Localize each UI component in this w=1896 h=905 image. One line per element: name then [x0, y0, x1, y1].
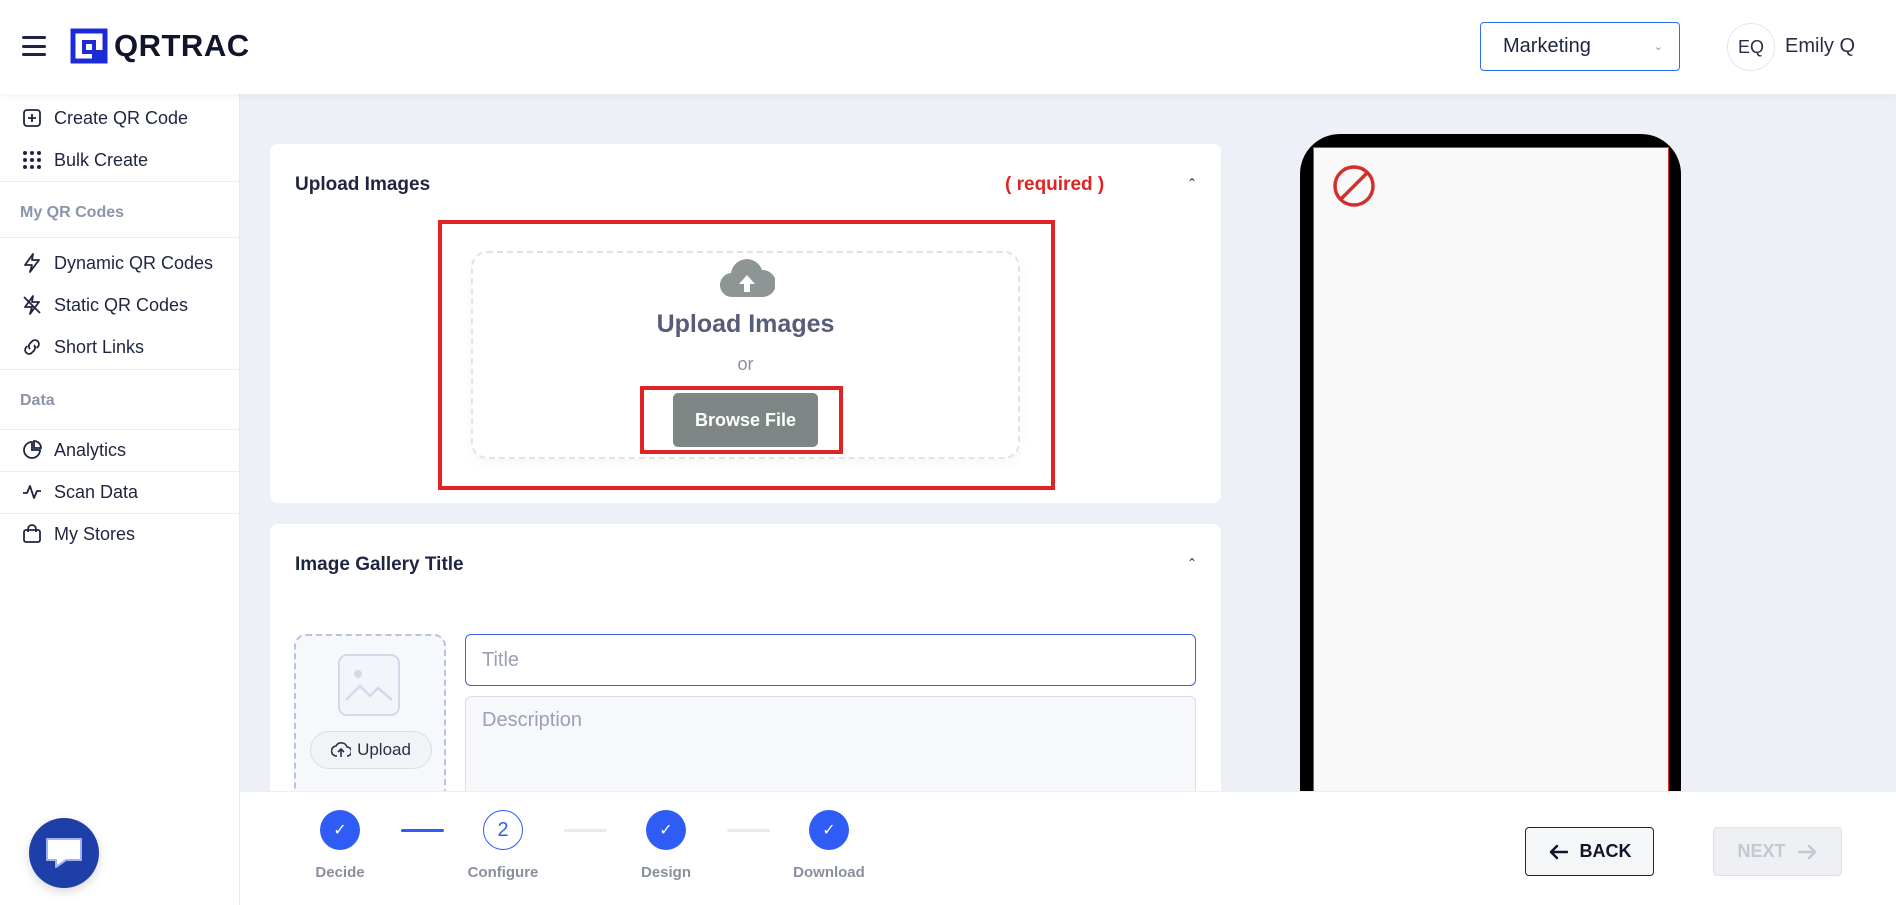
sidebar-divider	[0, 369, 240, 370]
user-name[interactable]: Emily Q	[1785, 35, 1855, 58]
sidebar-divider	[0, 181, 240, 182]
sidebar-section-my-qr-codes: My QR Codes	[20, 204, 125, 221]
step-download-circle[interactable]: ✓	[809, 810, 849, 850]
or-text: or	[737, 354, 754, 374]
sidebar-item-label: Create QR Code	[54, 107, 189, 128]
next-button[interactable]: NEXT	[1713, 827, 1842, 876]
step-decide-label: Decide	[315, 864, 365, 881]
shopping-bag-icon	[22, 524, 42, 544]
step-connector	[564, 829, 607, 832]
sidebar-item-label: Scan Data	[54, 481, 139, 502]
chevron-up-icon[interactable]: ⌃	[1187, 176, 1197, 190]
pie-chart-icon	[22, 440, 42, 460]
lightning-off-icon	[22, 295, 42, 315]
sidebar-item-create-qr-code[interactable]: Create QR Code	[0, 98, 240, 138]
chat-bubble-icon	[46, 838, 82, 868]
sidebar-item-analytics[interactable]: Analytics	[0, 430, 240, 470]
logo-text: QRTRAC	[114, 28, 250, 63]
step-download-label: Download	[793, 864, 865, 881]
sidebar-item-label: Dynamic QR Codes	[54, 252, 214, 273]
upload-images-title: Upload Images	[295, 174, 431, 195]
next-button-label: NEXT	[1737, 841, 1786, 861]
workspace-selected-value: Marketing	[1503, 35, 1591, 57]
dropzone-title: Upload Images	[656, 310, 835, 338]
sidebar-item-label: Static QR Codes	[54, 294, 189, 315]
gallery-upload-button[interactable]: Upload	[310, 731, 432, 769]
brand-logo[interactable]: QRTRAC	[70, 28, 250, 64]
step-decide-circle[interactable]: ✓	[320, 810, 360, 850]
plus-square-icon	[22, 108, 42, 128]
activity-icon	[22, 482, 42, 502]
sidebar-item-dynamic-qr-codes[interactable]: Dynamic QR Codes	[0, 243, 240, 283]
grid-dots-icon	[22, 150, 42, 170]
lightning-icon	[22, 253, 42, 273]
arrow-right-icon	[1797, 844, 1816, 859]
sidebar-item-label: My Stores	[54, 523, 136, 544]
gallery-upload-label: Upload	[357, 740, 411, 759]
step-connector	[401, 829, 444, 832]
sidebar-item-label: Analytics	[54, 439, 127, 460]
user-avatar[interactable]: EQ	[1727, 23, 1775, 71]
cloud-upload-icon	[719, 259, 777, 304]
sidebar-item-label: Short Links	[54, 336, 145, 357]
sidebar-item-static-qr-codes[interactable]: Static QR Codes	[0, 285, 240, 325]
chevron-up-icon[interactable]: ⌃	[1187, 556, 1197, 570]
gallery-title-input[interactable]	[465, 634, 1196, 686]
image-gallery-card: Image Gallery Title ⌃ Upload	[270, 524, 1221, 834]
sidebar-item-label: Bulk Create	[54, 149, 149, 170]
top-header: QRTRAC Marketing ⌄ EQ Emily Q	[0, 0, 1896, 94]
hamburger-menu-icon[interactable]	[22, 36, 46, 56]
step-design-label: Design	[640, 864, 691, 881]
no-image-icon	[1332, 164, 1376, 213]
browse-file-button[interactable]: Browse File	[673, 393, 818, 447]
arrow-left-icon	[1549, 844, 1568, 859]
chevron-down-icon: ⌄	[1653, 41, 1663, 53]
phone-preview-screen	[1313, 147, 1669, 847]
image-placeholder-icon	[338, 654, 400, 721]
back-button-label: BACK	[1579, 841, 1632, 861]
sidebar-section-data: Data	[20, 392, 55, 409]
step-design-circle[interactable]: ✓	[646, 810, 686, 850]
sidebar: Create QR Code Bulk Create My QR Codes D…	[0, 94, 240, 905]
image-gallery-title: Image Gallery Title	[295, 554, 464, 575]
upload-cloud-icon	[331, 742, 352, 757]
step-configure-label: Configure	[467, 864, 539, 881]
sidebar-item-short-links[interactable]: Short Links	[0, 327, 240, 367]
chat-support-button[interactable]	[29, 818, 99, 888]
sidebar-divider	[0, 237, 240, 238]
required-label: ( required )	[1005, 174, 1105, 195]
link-icon	[22, 337, 42, 357]
sidebar-item-my-stores[interactable]: My Stores	[0, 514, 240, 554]
workspace-select[interactable]: Marketing ⌄	[1480, 22, 1680, 71]
sidebar-item-bulk-create[interactable]: Bulk Create	[0, 140, 240, 180]
step-configure-circle[interactable]: 2	[483, 810, 523, 850]
qrtrac-logo-icon	[70, 28, 108, 64]
sidebar-item-scan-data[interactable]: Scan Data	[0, 472, 240, 512]
step-connector	[727, 829, 770, 832]
back-button[interactable]: BACK	[1525, 827, 1654, 876]
